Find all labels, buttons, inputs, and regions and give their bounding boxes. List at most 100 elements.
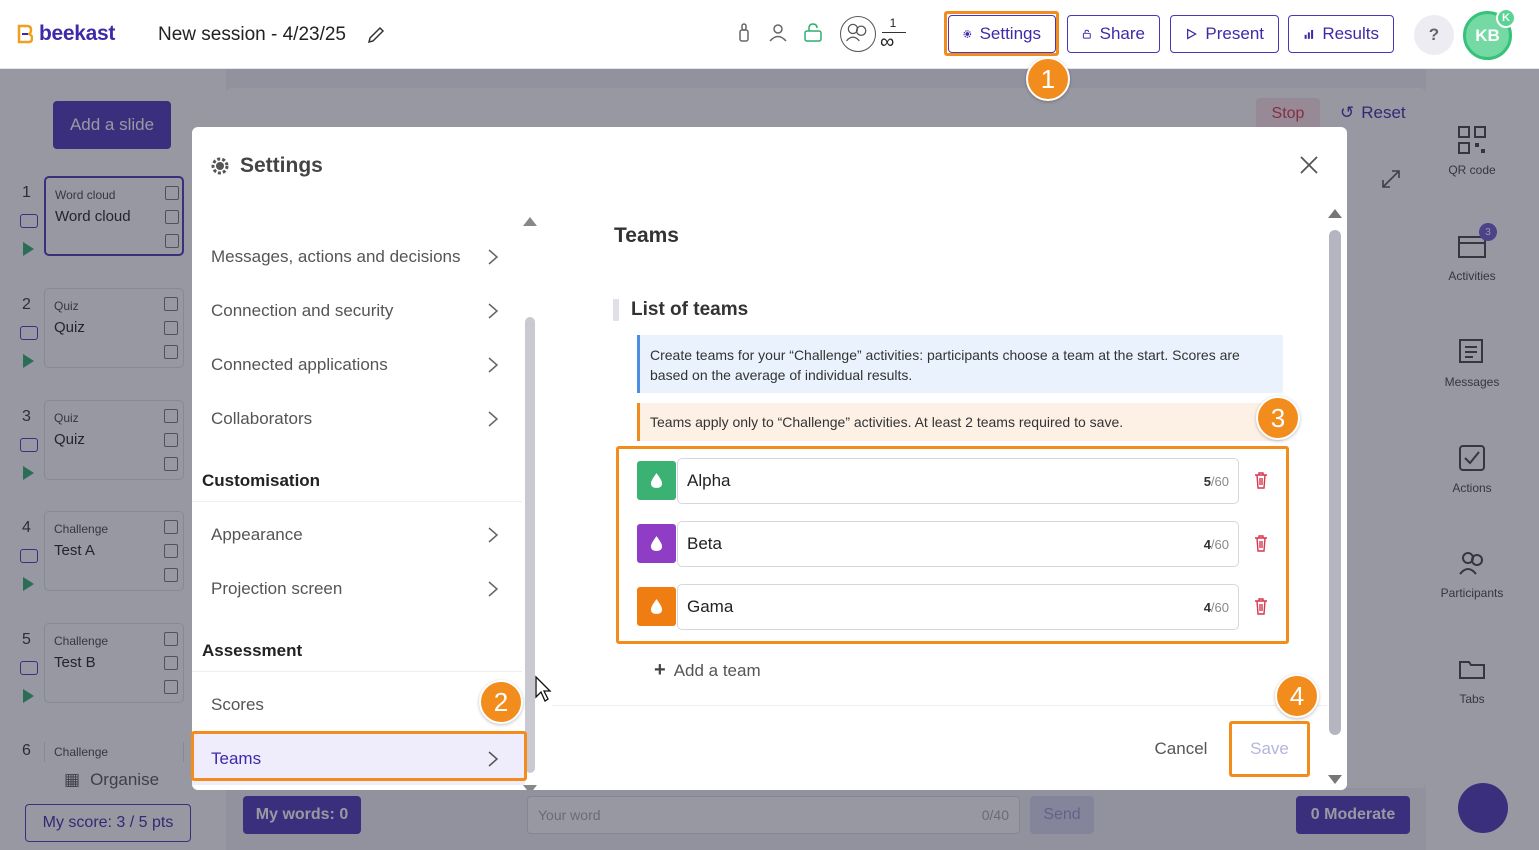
character-counter: 5/60: [1204, 474, 1229, 489]
character-max: /60: [1210, 537, 1229, 552]
results-button[interactable]: Results: [1288, 15, 1394, 53]
add-team-button[interactable]: + Add a team: [654, 659, 761, 682]
settings-nav: Messages, actions and decisions Connecti…: [192, 209, 525, 789]
settings-modal: Settings Messages, actions and decisions…: [192, 127, 1347, 790]
team-row: Gama 4/60: [637, 584, 1277, 630]
nav-item-appearance[interactable]: Appearance: [192, 509, 525, 561]
nav-item-label: Projection screen: [211, 579, 343, 598]
mouse-cursor-icon: [535, 675, 552, 702]
pencil-icon[interactable]: [366, 25, 386, 45]
raise-hand-icon[interactable]: [734, 22, 754, 44]
avatar-badge: K: [1496, 8, 1516, 28]
lock-icon: [1082, 29, 1091, 39]
session-title[interactable]: New session - 4/23/25: [158, 24, 346, 46]
gear-icon: [211, 157, 229, 175]
nav-divider: [192, 501, 522, 502]
chevron-right-icon: [488, 411, 499, 427]
scroll-up-arrow-icon[interactable]: [523, 217, 537, 226]
content-scrollbar[interactable]: [1329, 230, 1341, 735]
nav-item-label: Connection and security: [211, 301, 394, 320]
modal-header: Settings: [192, 127, 1347, 207]
participant-count: 1: [889, 16, 897, 30]
character-counter: 4/60: [1204, 537, 1229, 552]
settings-button-label: Settings: [979, 24, 1041, 43]
nav-item-label: Connected applications: [211, 355, 388, 374]
team-name-input[interactable]: Gama 4/60: [677, 584, 1239, 630]
team-name: Alpha: [687, 471, 731, 490]
scroll-up-arrow-icon[interactable]: [1328, 209, 1342, 218]
nav-item-connected-applications[interactable]: Connected applications: [192, 339, 525, 391]
chevron-right-icon: [488, 581, 499, 597]
nav-divider: [192, 671, 522, 672]
help-button[interactable]: ?: [1414, 15, 1454, 55]
trash-icon[interactable]: [1254, 534, 1268, 552]
character-counter: 4/60: [1204, 600, 1229, 615]
team-name-input[interactable]: Alpha 5/60: [677, 458, 1239, 504]
team-color-picker[interactable]: [637, 524, 676, 563]
add-team-label: Add a team: [673, 660, 761, 680]
team-color-picker[interactable]: [637, 587, 676, 626]
content-title: Teams: [614, 224, 679, 247]
team-name: Gama: [687, 597, 734, 616]
user-icon[interactable]: [768, 22, 788, 44]
chevron-right-icon: [488, 527, 499, 543]
team-color-picker[interactable]: [637, 461, 676, 500]
nav-item-label: Scores: [211, 695, 264, 714]
nav-section-customisation: Customisation: [202, 471, 321, 490]
participants-counter[interactable]: 1 ∞: [840, 16, 910, 52]
character-count: 4: [1203, 600, 1211, 615]
share-button-label: Share: [1099, 24, 1145, 43]
team-row: Alpha 5/60: [637, 458, 1277, 504]
beekast-logo-icon: [17, 24, 33, 44]
nav-item-label: Messages, actions and decisions: [211, 247, 461, 266]
footer-divider: [552, 705, 1327, 706]
trash-icon[interactable]: [1254, 471, 1268, 489]
nav-item-label: Collaborators: [211, 409, 313, 428]
droplet-icon: [650, 599, 663, 614]
trash-icon[interactable]: [1254, 597, 1268, 615]
step-badge-4: 4: [1275, 674, 1319, 718]
character-count: 4: [1203, 537, 1211, 552]
brand-name: beekast: [39, 22, 116, 45]
droplet-icon: [650, 536, 663, 551]
top-bar: beekast New session - 4/23/25 1 ∞ Settin…: [0, 0, 1539, 69]
settings-button[interactable]: Settings: [948, 15, 1056, 53]
character-count: 5: [1203, 474, 1211, 489]
nav-item-label: Appearance: [211, 525, 303, 544]
close-icon[interactable]: [1298, 154, 1320, 176]
nav-section-assessment: Assessment: [202, 641, 303, 660]
play-icon: [1187, 28, 1197, 40]
chevron-right-icon: [488, 357, 499, 373]
nav-item-label: Teams: [211, 749, 262, 768]
nav-item-connection-security[interactable]: Connection and security: [192, 285, 525, 337]
present-button[interactable]: Present: [1170, 15, 1279, 53]
team-name-input[interactable]: Beta 4/60: [677, 521, 1239, 567]
nav-item-collaborators[interactable]: Collaborators: [192, 393, 525, 445]
save-button[interactable]: Save: [1233, 726, 1306, 772]
beekast-logo[interactable]: beekast: [17, 22, 115, 46]
character-max: /60: [1210, 600, 1229, 615]
chevron-right-icon: [488, 751, 499, 767]
plus-icon: +: [654, 659, 666, 681]
unlock-icon[interactable]: [803, 22, 823, 44]
cancel-button[interactable]: Cancel: [1146, 734, 1216, 764]
team-row: Beta 4/60: [637, 521, 1277, 567]
heading-accent: [613, 299, 619, 321]
gear-icon: [963, 30, 972, 38]
nav-item-projection-screen[interactable]: Projection screen: [192, 563, 525, 615]
modal-title: Settings: [240, 154, 323, 177]
warning-callout: Teams apply only to “Challenge” activiti…: [637, 403, 1283, 441]
share-button[interactable]: Share: [1067, 15, 1160, 53]
scroll-down-arrow-icon[interactable]: [523, 785, 537, 790]
step-badge-3: 3: [1256, 396, 1300, 440]
scroll-down-arrow-icon[interactable]: [1328, 775, 1342, 784]
nav-item-scores[interactable]: Scores: [192, 679, 525, 731]
results-button-label: Results: [1322, 24, 1379, 43]
nav-item-teams[interactable]: Teams: [192, 733, 525, 785]
nav-scrollbar[interactable]: [525, 317, 535, 773]
team-name: Beta: [687, 534, 722, 553]
infinity-icon: ∞: [880, 31, 895, 53]
chevron-right-icon: [488, 303, 499, 319]
nav-item-messages-actions-decisions[interactable]: Messages, actions and decisions: [192, 231, 525, 283]
present-button-label: Present: [1205, 24, 1264, 43]
